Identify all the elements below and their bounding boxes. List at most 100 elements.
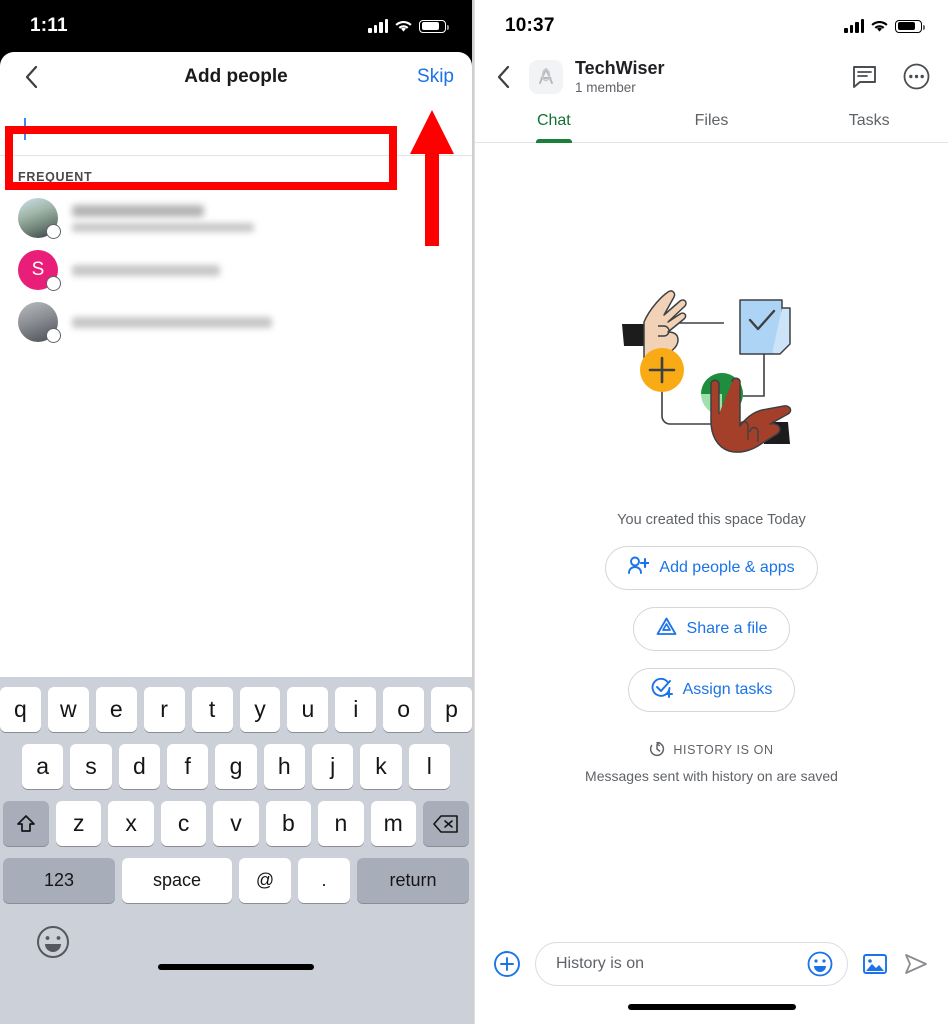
skip-button[interactable]: Skip — [417, 66, 454, 88]
message-placeholder: History is on — [556, 955, 645, 972]
add-people-apps-button[interactable]: Add people & apps — [605, 545, 818, 590]
tab-files[interactable]: Files — [633, 103, 791, 142]
list-item[interactable] — [0, 296, 472, 348]
assign-tasks-button[interactable]: Assign tasks — [627, 667, 796, 712]
key-p[interactable]: p — [431, 687, 472, 732]
key-space[interactable]: space — [122, 858, 232, 903]
key-period[interactable]: . — [298, 858, 350, 903]
select-checkbox[interactable] — [46, 328, 61, 343]
key-u[interactable]: u — [287, 687, 329, 732]
share-file-button[interactable]: Share a file — [632, 606, 791, 651]
contact-text — [72, 204, 254, 232]
share-file-label: Share a file — [686, 619, 768, 637]
frequent-section-label: FREQUENT — [18, 170, 93, 184]
empty-state-body: You created this space Today Add people … — [475, 143, 948, 932]
image-picker-icon[interactable] — [862, 951, 888, 977]
emoji-smiley-icon[interactable] — [36, 925, 70, 959]
back-chevron-icon[interactable] — [489, 63, 517, 91]
key-o[interactable]: o — [383, 687, 425, 732]
ios-keyboard: q w e r t y u i o p a s d f g h j k l z … — [0, 677, 472, 1024]
key-y[interactable]: y — [239, 687, 281, 732]
add-people-search-field[interactable] — [0, 102, 472, 156]
space-avatar-icon — [529, 59, 563, 94]
home-indicator — [158, 964, 314, 970]
key-numbers[interactable]: 123 — [3, 858, 115, 903]
status-icons — [368, 18, 449, 33]
key-f[interactable]: f — [167, 744, 209, 789]
avatar — [18, 302, 61, 343]
key-d[interactable]: d — [118, 744, 160, 789]
shift-up-arrow-icon[interactable] — [3, 801, 50, 846]
add-attachment-icon[interactable] — [493, 950, 521, 978]
key-i[interactable]: i — [335, 687, 377, 732]
key-b[interactable]: b — [265, 801, 312, 846]
sheet-header: Add people Skip — [0, 52, 472, 102]
status-time: 10:37 — [505, 15, 555, 36]
back-chevron-icon[interactable] — [18, 64, 44, 90]
contact-name-redacted — [72, 204, 204, 217]
avatar: S — [18, 250, 61, 291]
list-item[interactable]: S — [0, 244, 472, 296]
key-e[interactable]: e — [95, 687, 137, 732]
space-created-text: You created this space Today — [617, 511, 806, 528]
backspace-delete-icon[interactable] — [422, 801, 469, 846]
key-a[interactable]: a — [22, 744, 64, 789]
member-count: 1 member — [575, 80, 636, 95]
key-c[interactable]: c — [160, 801, 207, 846]
key-g[interactable]: g — [215, 744, 257, 789]
space-name: TechWiser — [575, 58, 665, 78]
keyboard-row-4: 123 space @ . return — [0, 858, 472, 903]
history-status-label: HISTORY IS ON — [673, 743, 774, 757]
history-description: Messages sent with history on are saved — [585, 767, 838, 784]
right-status-bar: 10:37 — [475, 0, 948, 52]
tab-chat[interactable]: Chat — [475, 103, 633, 142]
key-j[interactable]: j — [311, 744, 354, 789]
space-title-block: TechWiser 1 member — [575, 58, 665, 95]
key-n[interactable]: n — [318, 801, 364, 846]
key-r[interactable]: r — [143, 687, 185, 732]
key-m[interactable]: m — [370, 801, 416, 846]
send-arrow-icon[interactable] — [902, 950, 930, 978]
add-people-apps-label: Add people & apps — [659, 558, 795, 576]
key-return[interactable]: return — [357, 858, 469, 903]
tab-tasks[interactable]: Tasks — [790, 103, 948, 142]
key-at[interactable]: @ — [239, 858, 291, 903]
frequent-contact-list: S — [0, 192, 472, 348]
key-v[interactable]: v — [213, 801, 259, 846]
contact-email-redacted — [72, 222, 254, 232]
key-x[interactable]: x — [108, 801, 154, 846]
assign-tasks-label: Assign tasks — [682, 680, 773, 698]
keyboard-row-3: z x c v b n m — [0, 801, 472, 846]
dual-phone-screenshot: 1:11 Add people Skip FREQUENT S q w e r … — [0, 0, 948, 1024]
text-cursor — [24, 117, 26, 140]
select-checkbox[interactable] — [46, 276, 61, 291]
wifi-icon — [395, 20, 412, 33]
contact-text — [72, 264, 220, 276]
contact-text — [72, 316, 272, 328]
key-l[interactable]: l — [408, 744, 450, 789]
key-s[interactable]: s — [70, 744, 112, 789]
message-input[interactable]: History is on — [535, 942, 848, 986]
key-h[interactable]: h — [263, 744, 305, 789]
key-w[interactable]: w — [47, 687, 89, 732]
keyboard-bottom-bar — [0, 915, 472, 981]
page-title: Add people — [184, 66, 288, 87]
space-tabs: Chat Files Tasks — [475, 103, 948, 143]
key-q[interactable]: q — [0, 687, 41, 732]
emoji-smiley-icon[interactable] — [807, 951, 833, 977]
hands-collaboration-illustration — [622, 289, 792, 453]
left-phone-screen: 1:11 Add people Skip FREQUENT S q w e r … — [0, 0, 474, 1024]
key-k[interactable]: k — [360, 744, 402, 789]
select-checkbox[interactable] — [46, 224, 61, 239]
list-item[interactable] — [0, 192, 472, 244]
message-bubble-icon[interactable] — [850, 63, 878, 91]
battery-icon — [895, 19, 925, 33]
history-clock-icon — [649, 741, 665, 760]
key-t[interactable]: t — [191, 687, 233, 732]
cellular-bars-icon — [368, 18, 388, 33]
keyboard-row-1: q w e r t y u i o p — [0, 687, 472, 732]
status-icons — [844, 18, 925, 33]
drive-file-icon — [656, 616, 677, 642]
key-z[interactable]: z — [56, 801, 102, 846]
more-options-icon[interactable] — [902, 63, 930, 91]
